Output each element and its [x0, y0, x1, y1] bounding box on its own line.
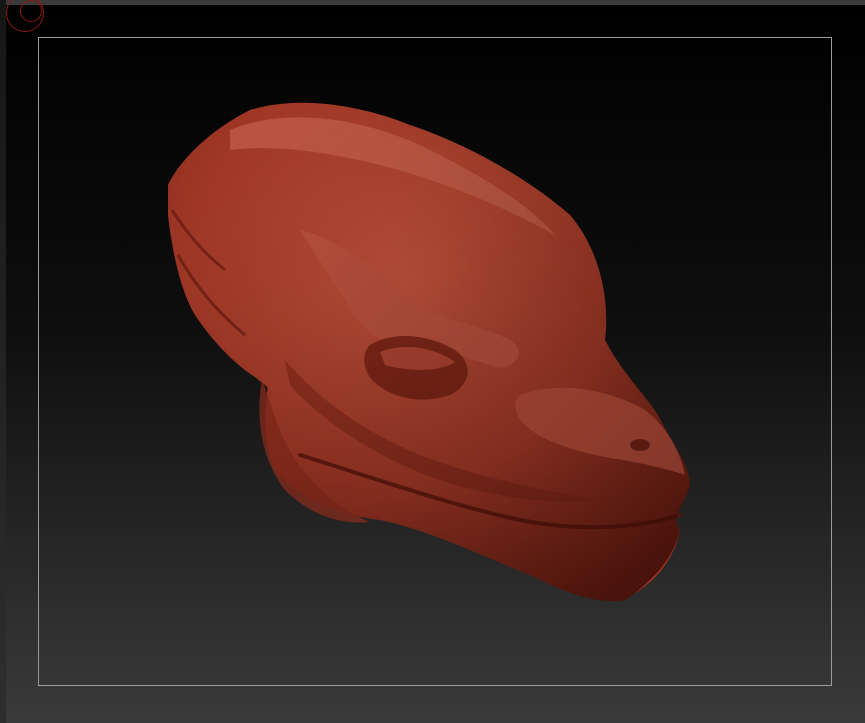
- document-viewport[interactable]: [0, 0, 865, 723]
- sculpted-creature-head[interactable]: [0, 0, 865, 723]
